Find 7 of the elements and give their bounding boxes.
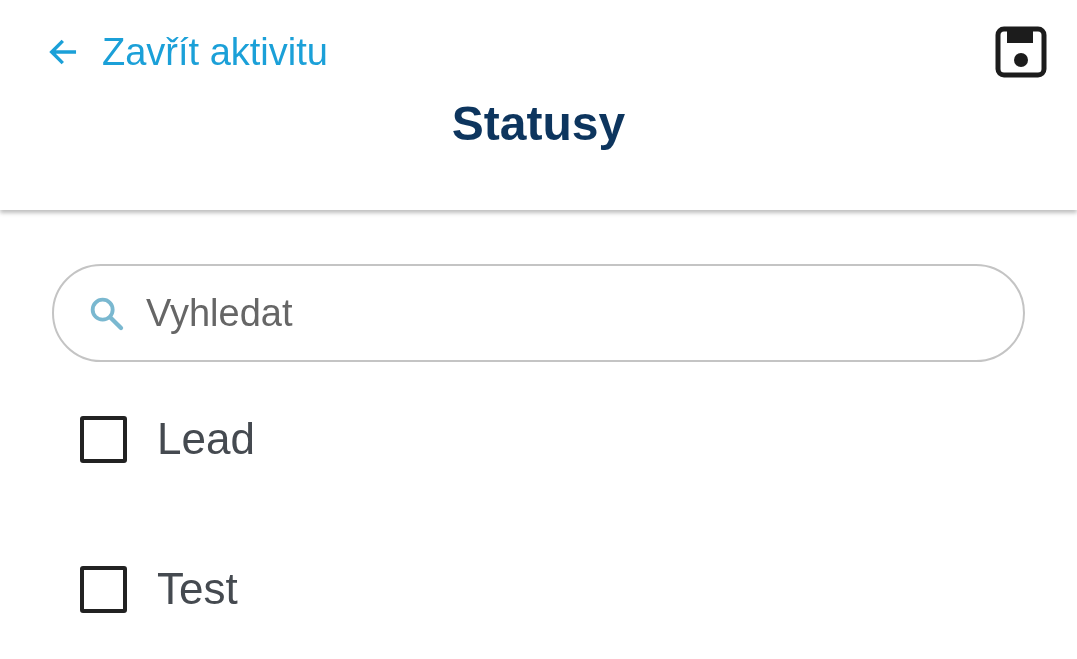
page-title: Statusy (450, 96, 627, 151)
checkbox[interactable] (80, 415, 127, 463)
checkbox[interactable] (80, 565, 127, 613)
status-label[interactable]: Test (157, 564, 238, 614)
search-field[interactable]: Vyhledat (52, 264, 1025, 362)
save-icon[interactable] (995, 26, 1047, 78)
status-label[interactable]: Lead (157, 414, 255, 464)
